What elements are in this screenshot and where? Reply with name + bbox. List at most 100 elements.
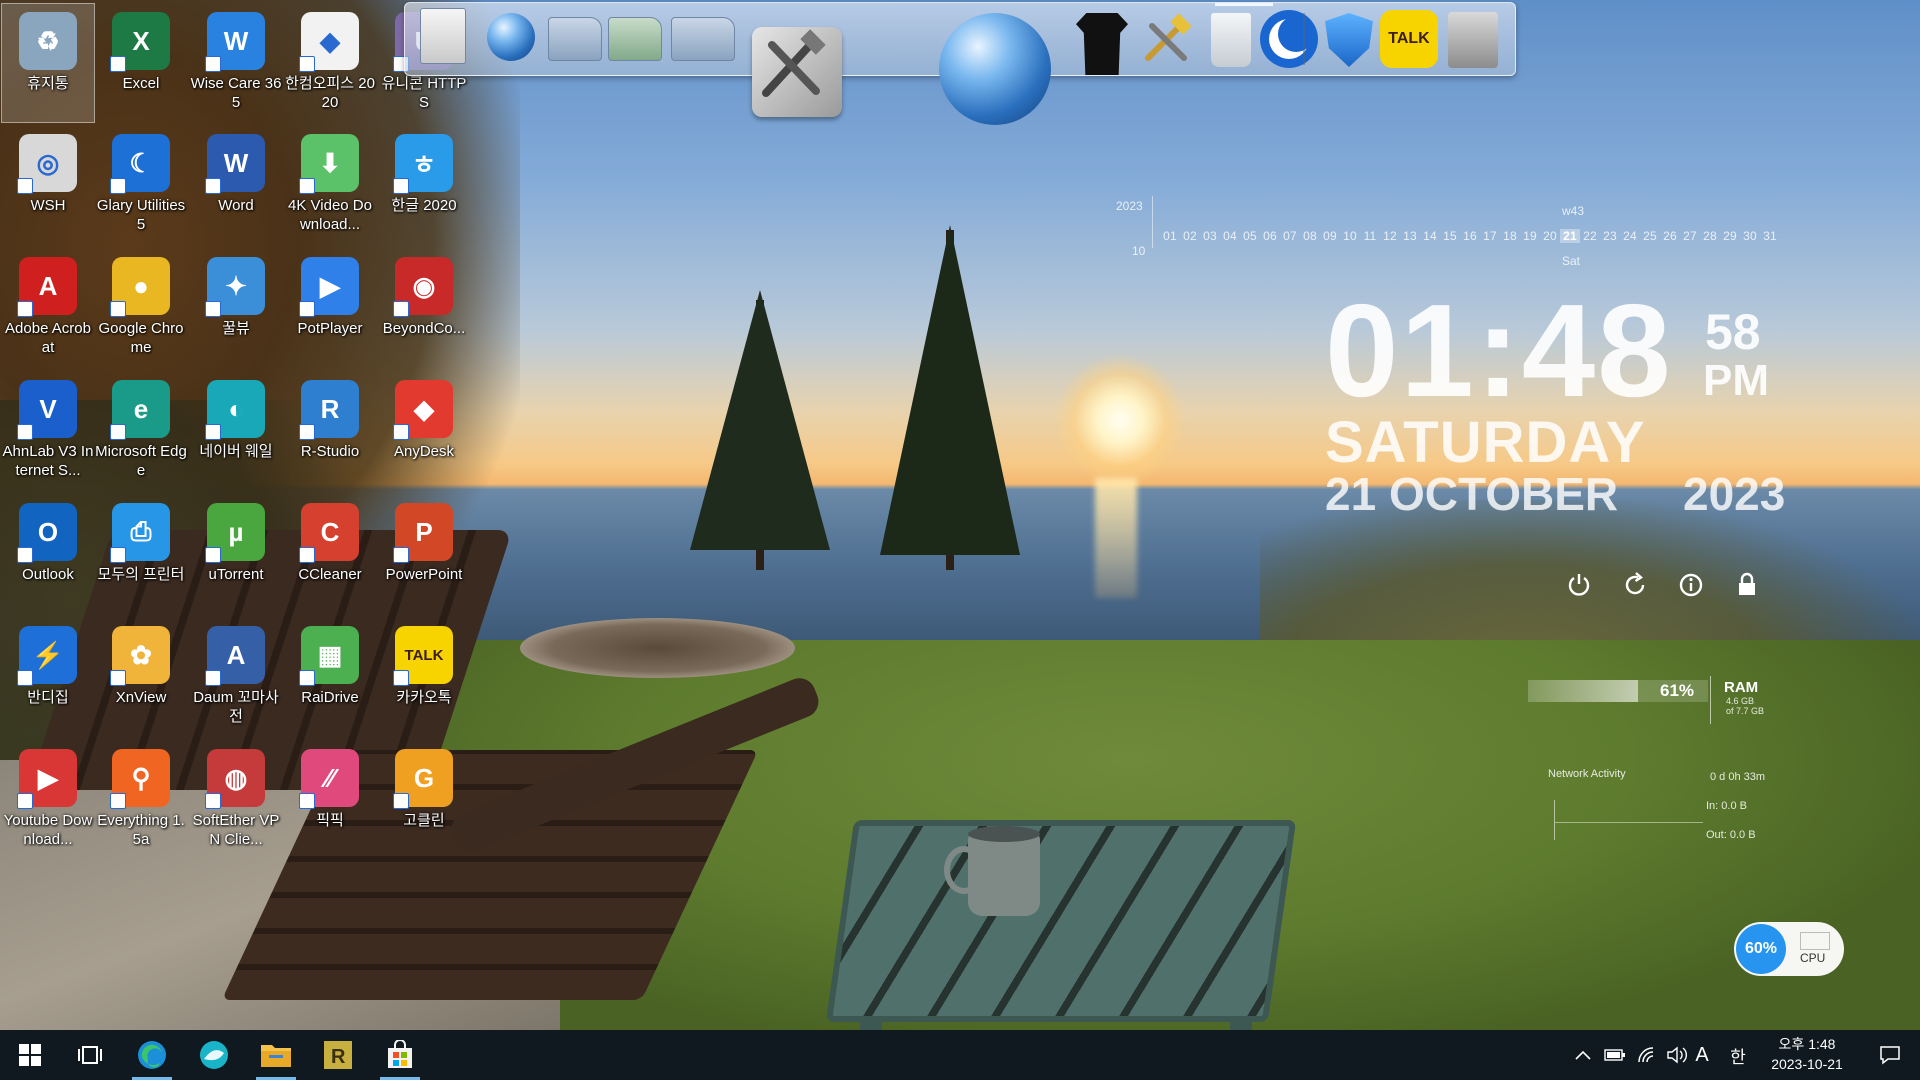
glary-moon-dock-item[interactable] <box>1257 7 1321 71</box>
battery-tray[interactable] <box>1600 1030 1630 1080</box>
calendar-year: 2023 <box>1116 199 1143 213</box>
desktop-icon-label: 유니콘 HTTPS <box>381 75 467 111</box>
ime-korean-toggle[interactable]: 한 <box>1726 1030 1750 1080</box>
desktop-icon-23[interactable]: µ uTorrent <box>190 495 282 613</box>
desktop-icon-32[interactable]: ⚲ Everything 1.5a <box>95 741 187 859</box>
ram-total: of 7.7 GB <box>1726 706 1765 716</box>
desktop-icon-22[interactable]: ⎙ 모두의 프린터 <box>95 495 187 613</box>
desktop-icon-14[interactable]: ▶ PotPlayer <box>284 249 376 367</box>
taskbar-edge[interactable] <box>124 1030 180 1080</box>
desktop-icon-label: 반디집 <box>27 689 69 706</box>
calendar-day: 09 <box>1323 229 1337 243</box>
desktop-icon-label: 한컴오피스 2020 <box>285 75 375 111</box>
power-button[interactable] <box>1564 570 1594 600</box>
whale-icon <box>200 1041 228 1069</box>
desktop-icon-29[interactable]: ▦ RaiDrive <box>284 618 376 736</box>
network-tray[interactable] <box>1632 1030 1662 1080</box>
clock-date: 21 OCTOBER <box>1325 468 1619 520</box>
desktop-icon-9[interactable]: ⬇ 4K Video Download... <box>284 126 376 244</box>
ram-divider <box>1710 676 1711 724</box>
desktop-icon-10[interactable]: ㅎ 한글 2020 <box>378 126 470 244</box>
desktop-icon-18[interactable]: ◐ 네이버 웨일 <box>190 372 282 490</box>
recycle-bin-dock-item[interactable] <box>1201 9 1261 71</box>
desktop-icon-4[interactable]: ◆ 한컴오피스 2020 <box>284 4 376 122</box>
notepad-dock-item[interactable] <box>407 1 479 71</box>
shirt-dock-item[interactable] <box>1067 9 1137 79</box>
task-view-button[interactable] <box>62 1030 118 1080</box>
desktop-icon-28[interactable]: A Daum 꼬마사전 <box>190 618 282 736</box>
start-button[interactable] <box>2 1030 58 1080</box>
desktop-icon-30[interactable]: TALK 카카오톡 <box>378 618 470 736</box>
network-in: In: 0.0 B <box>1706 800 1747 812</box>
taskbar-whale[interactable] <box>186 1030 242 1080</box>
calendar-day: 20 <box>1543 229 1557 243</box>
app-icon: ☾ <box>110 134 170 194</box>
wise-shield-dock-item[interactable] <box>1319 9 1379 71</box>
kakaotalk-icon: TALK <box>1380 10 1438 68</box>
desktop-icon-2[interactable]: X Excel <box>95 4 187 122</box>
image-folder-dock-item[interactable] <box>667 9 739 69</box>
desktop-icon-16[interactable]: V AhnLab V3 Internet S... <box>2 372 94 490</box>
calendar-day: 15 <box>1443 229 1457 243</box>
desktop-icon-label: WSH <box>30 197 66 214</box>
desktop-icon-label: AnyDesk <box>393 443 455 460</box>
desktop-icon-31[interactable]: ▶ Youtube Download... <box>2 741 94 859</box>
desktop-icon-25[interactable]: P PowerPoint <box>378 495 470 613</box>
desktop-icon-17[interactable]: e Microsoft Edge <box>95 372 187 490</box>
ime-mode-letter[interactable]: A <box>1692 1030 1712 1080</box>
app-icon: ◆ <box>393 380 453 440</box>
recycle-bin-icon <box>1211 13 1251 67</box>
system-tools-dock-item[interactable] <box>747 17 847 127</box>
restart-button[interactable] <box>1620 570 1650 600</box>
app-icon: e <box>110 380 170 440</box>
kakaotalk-dock-item[interactable]: TALK <box>1377 7 1441 71</box>
desktop-icon-11[interactable]: A Adobe Acrobat <box>2 249 94 367</box>
show-hidden-icons-button[interactable] <box>1568 1030 1598 1080</box>
app-icon: ✦ <box>205 257 265 317</box>
calendar-divider <box>1152 196 1153 248</box>
r-studio-dock-item[interactable] <box>1441 9 1505 71</box>
desktop-icon-27[interactable]: ✿ XnView <box>95 618 187 736</box>
desktop-icon-13[interactable]: ✦ 꿀뷰 <box>190 249 282 367</box>
globe-browser-dock-item[interactable] <box>935 9 1055 129</box>
lock-button[interactable] <box>1732 570 1762 600</box>
cpu-meter[interactable]: 60% CPU <box>1734 922 1844 976</box>
desktop-icon-7[interactable]: ☾ Glary Utilities 5 <box>95 126 187 244</box>
desktop-icon-33[interactable]: ◍ SoftEther VPN Clie... <box>190 741 282 859</box>
notification-icon <box>1880 1046 1900 1065</box>
desktop-icon-1[interactable]: ♻ 휴지통 <box>1 3 95 123</box>
desktop-icon-35[interactable]: G 고클린 <box>378 741 470 859</box>
hammer-tools-dock-item[interactable] <box>1133 9 1199 71</box>
desktop-icon-label: Microsoft Edge <box>95 443 187 479</box>
info-button[interactable] <box>1676 570 1706 600</box>
svg-text:R: R <box>331 1046 346 1068</box>
desktop-icon-6[interactable]: ◎ WSH <box>2 126 94 244</box>
desktop-icon-12[interactable]: ● Google Chrome <box>95 249 187 367</box>
desktop-icon-15[interactable]: ◉ BeyondCo... <box>378 249 470 367</box>
app-icon: TALK <box>393 626 453 686</box>
desktop-icon-34[interactable]: ⁄⁄ 픽픽 <box>284 741 376 859</box>
ram-detail: 4.6 GB of 7.7 GB <box>1726 696 1764 716</box>
taskbar-r-app[interactable]: R <box>310 1030 366 1080</box>
taskbar-date: 2023-10-21 <box>1771 1056 1843 1072</box>
volume-tray[interactable] <box>1662 1030 1692 1080</box>
desktop-icon-21[interactable]: O Outlook <box>2 495 94 613</box>
desktop-icon-24[interactable]: C CCleaner <box>284 495 376 613</box>
taskbar-store[interactable] <box>372 1030 428 1080</box>
app-icon: W <box>205 134 265 194</box>
notification-center-button[interactable] <box>1864 1030 1916 1080</box>
taskbar-file-explorer[interactable] <box>248 1030 304 1080</box>
desktop-icon-3[interactable]: W Wise Care 365 <box>190 4 282 122</box>
network-globe-dock-item[interactable] <box>481 7 541 67</box>
green-folder-dock-item[interactable] <box>605 9 665 69</box>
wifi-icon <box>1638 1047 1654 1063</box>
app-icon: ▶ <box>299 257 359 317</box>
desktop-icon-20[interactable]: ◆ AnyDesk <box>378 372 470 490</box>
taskbar-clock[interactable]: 오후 1:48 2023-10-21 <box>1752 1034 1862 1074</box>
app-icon: C <box>299 503 359 563</box>
folder-dock-item[interactable] <box>545 9 605 69</box>
app-icon: ◐ <box>205 380 265 440</box>
desktop-icon-8[interactable]: W Word <box>190 126 282 244</box>
desktop-icon-19[interactable]: R R-Studio <box>284 372 376 490</box>
desktop-icon-26[interactable]: ⚡ 반디집 <box>2 618 94 736</box>
